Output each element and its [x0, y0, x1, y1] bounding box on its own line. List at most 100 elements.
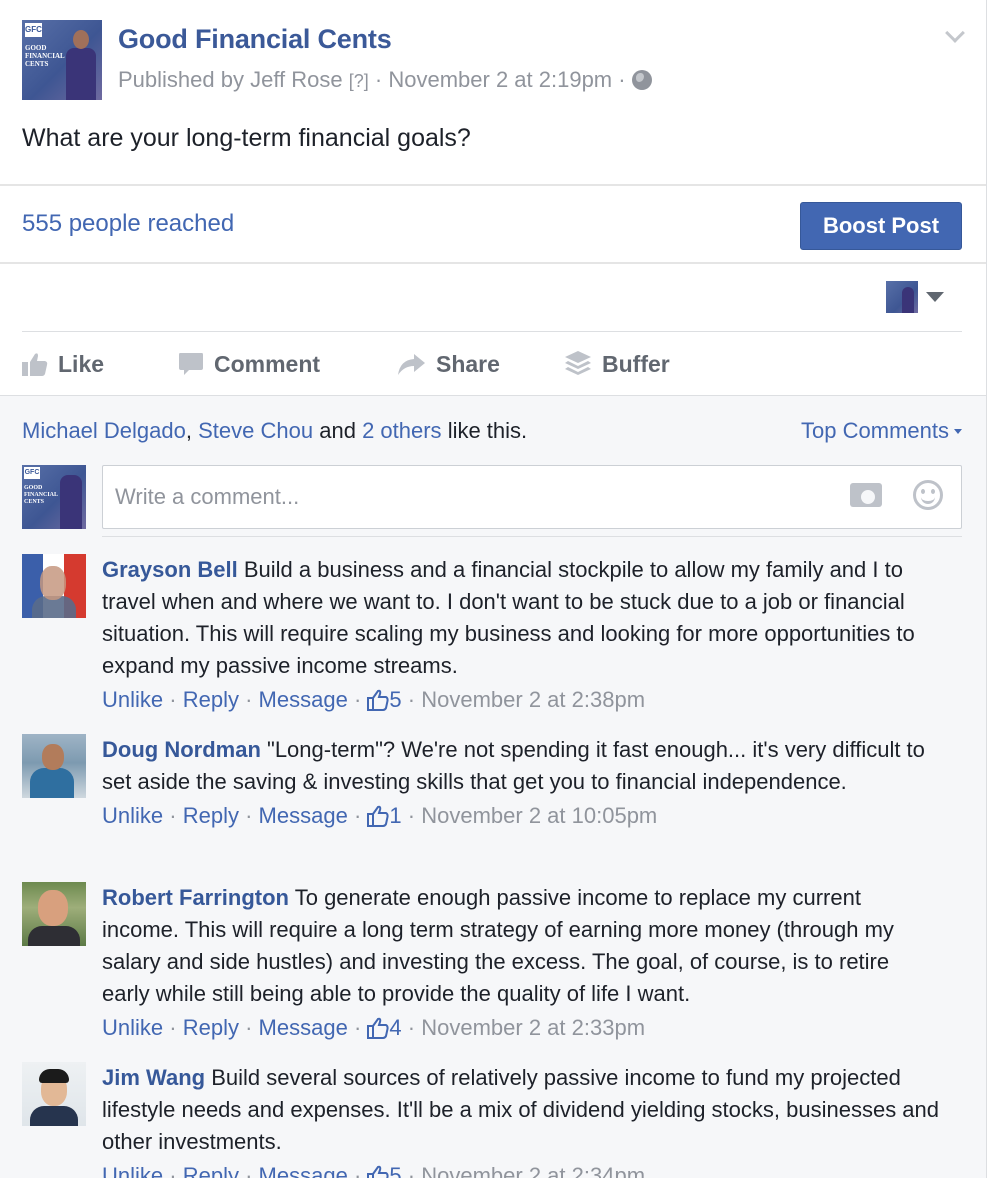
dot-separator: ·	[245, 803, 253, 828]
comment-time[interactable]: November 2 at 10:05pm	[421, 803, 657, 828]
divider	[102, 536, 962, 537]
comment-label: Comment	[214, 351, 321, 377]
unlike-link[interactable]: Unlike	[102, 803, 163, 828]
comment-time[interactable]: November 2 at 2:38pm	[421, 687, 645, 712]
comment-input[interactable]: Write a comment...	[102, 465, 962, 529]
commenter-avatar[interactable]	[22, 1062, 86, 1126]
dot-separator: ·	[245, 1163, 253, 1178]
like-icon	[22, 353, 48, 376]
comment-footer: Unlike · Reply · Message · 5 · November …	[102, 1160, 942, 1178]
like-count: 5	[389, 687, 402, 712]
likes-comma: ,	[185, 418, 192, 443]
share-icon	[398, 354, 425, 375]
like-count: 1	[389, 803, 402, 828]
boost-post-button[interactable]: Boost Post	[800, 202, 962, 250]
share-button[interactable]: Share	[396, 344, 500, 384]
likes-summary: Michael Delgado, Steve Chou and 2 others…	[22, 418, 527, 444]
post-meta: Published by Jeff Rose [?] · November 2 …	[118, 67, 652, 93]
reply-link[interactable]: Reply	[183, 803, 239, 828]
comment-text: Build several sources of relatively pass…	[102, 1065, 940, 1154]
dot-separator: ·	[353, 1015, 362, 1040]
reach-count[interactable]: 555 people reached	[22, 210, 234, 238]
likes-others-link[interactable]: 2 others	[362, 418, 442, 443]
dot-separator: ·	[169, 1015, 177, 1040]
message-link[interactable]: Message	[259, 687, 348, 712]
comment-author[interactable]: Jim Wang	[102, 1065, 205, 1090]
meta-separator: ·	[374, 67, 383, 92]
unlike-link[interactable]: Unlike	[102, 1163, 163, 1178]
published-by[interactable]: Published by Jeff Rose	[118, 67, 343, 92]
action-bar: Like Comment Share Buffer	[22, 344, 962, 384]
globe-icon[interactable]	[631, 70, 652, 90]
dot-separator: ·	[407, 1015, 416, 1040]
comment-like-count[interactable]: 1	[367, 803, 407, 828]
dot-separator: ·	[169, 1163, 177, 1178]
like-button[interactable]: Like	[22, 344, 104, 384]
comment-author[interactable]: Robert Farrington	[102, 885, 289, 910]
liker-name[interactable]: Steve Chou	[198, 418, 313, 443]
top-comments-sort[interactable]: Top Comments	[801, 418, 962, 444]
comment-like-count[interactable]: 5	[367, 687, 407, 712]
reply-link[interactable]: Reply	[183, 1015, 239, 1040]
dot-separator: ·	[353, 687, 362, 712]
share-label: Share	[436, 351, 500, 377]
post-timestamp[interactable]: November 2 at 2:19pm	[388, 67, 612, 92]
commenter-avatar[interactable]	[22, 554, 86, 618]
liker-name[interactable]: Michael Delgado	[22, 418, 186, 443]
comment-footer: Unlike · Reply · Message · 4 · November …	[102, 1012, 942, 1044]
composer-avatar-brand: GOOD FINANCIAL CENTS	[24, 485, 58, 505]
comment-footer: Unlike · Reply · Message · 1 · November …	[102, 800, 942, 832]
commenter-avatar[interactable]	[22, 882, 86, 946]
unlike-link[interactable]: Unlike	[102, 687, 163, 712]
like-count: 4	[389, 1015, 402, 1040]
message-link[interactable]: Message	[259, 1163, 348, 1178]
dot-separator: ·	[407, 803, 416, 828]
dot-separator: ·	[353, 803, 362, 828]
thumbs-up-icon	[367, 689, 389, 711]
divider	[0, 262, 986, 264]
comment-time[interactable]: November 2 at 2:34pm	[421, 1163, 645, 1178]
dot-separator: ·	[407, 1163, 416, 1178]
page-name[interactable]: Good Financial Cents	[118, 24, 392, 55]
composer-avatar: GFC GOOD FINANCIAL CENTS	[22, 465, 86, 529]
comment-button[interactable]: Comment	[178, 344, 320, 384]
comment-author[interactable]: Grayson Bell	[102, 557, 238, 582]
smiley-icon[interactable]	[913, 480, 943, 510]
comment-footer: Unlike · Reply · Message · 5 · November …	[102, 684, 942, 716]
buffer-button[interactable]: Buffer	[564, 344, 670, 384]
message-link[interactable]: Message	[259, 1015, 348, 1040]
reply-link[interactable]: Reply	[183, 1163, 239, 1178]
post-text: What are your long-term financial goals?	[22, 124, 471, 152]
thumbs-up-icon	[367, 805, 389, 827]
likes-and: and	[319, 418, 356, 443]
dot-separator: ·	[353, 1163, 362, 1178]
like-count: 5	[389, 1163, 402, 1178]
dot-separator: ·	[169, 687, 177, 712]
commenter-avatar[interactable]	[22, 734, 86, 798]
comment-time[interactable]: November 2 at 2:33pm	[421, 1015, 645, 1040]
camera-icon[interactable]	[850, 483, 882, 507]
identity-avatar[interactable]	[886, 281, 918, 313]
unlike-link[interactable]: Unlike	[102, 1015, 163, 1040]
divider	[22, 331, 962, 332]
help-marker[interactable]: [?]	[349, 71, 369, 91]
likes-suffix: like this.	[447, 418, 528, 443]
feedback-area: Michael Delgado, Steve Chou and 2 others…	[0, 395, 986, 1178]
like-label: Like	[58, 351, 105, 377]
post-header: GFC GOOD FINANCIAL CENTS Good Financial …	[22, 20, 986, 100]
page-avatar[interactable]: GFC GOOD FINANCIAL CENTS	[22, 20, 102, 100]
comment-like-count[interactable]: 5	[367, 1163, 407, 1178]
caret-icon[interactable]	[926, 292, 944, 302]
post-card: GFC GOOD FINANCIAL CENTS Good Financial …	[0, 0, 987, 1178]
page-brand: GOOD FINANCIAL CENTS	[25, 44, 65, 68]
dot-separator: ·	[245, 1015, 253, 1040]
thumbs-up-icon	[367, 1165, 389, 1178]
dot-separator: ·	[245, 687, 253, 712]
reply-link[interactable]: Reply	[183, 687, 239, 712]
comment-author[interactable]: Doug Nordman	[102, 737, 261, 762]
avatar-person	[66, 26, 96, 100]
message-link[interactable]: Message	[259, 803, 348, 828]
composer-avatar-logo: GFC	[24, 467, 40, 479]
dot-separator: ·	[169, 803, 177, 828]
comment-like-count[interactable]: 4	[367, 1015, 407, 1040]
